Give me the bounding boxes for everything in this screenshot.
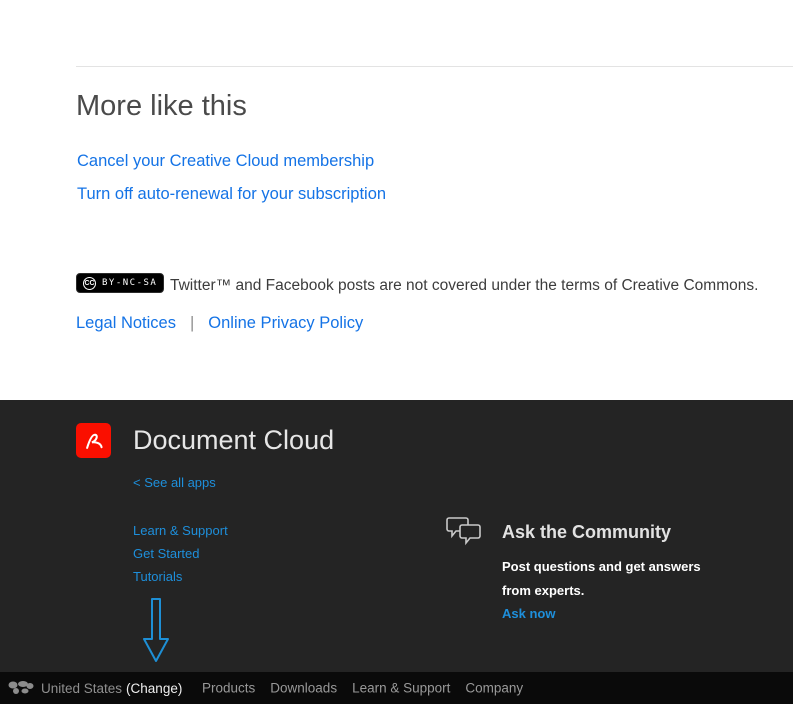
footer-tutorials-link[interactable]: Tutorials <box>133 569 182 584</box>
cancel-membership-link[interactable]: Cancel your Creative Cloud membership <box>77 152 374 171</box>
acrobat-logo <box>76 423 111 458</box>
cc-license-label: BY-NC-SA <box>102 278 158 288</box>
creative-commons-notice: Twitter™ and Facebook posts are not cove… <box>170 277 759 294</box>
creative-commons-badge: CC BY-NC-SA <box>76 273 165 293</box>
see-all-apps-link[interactable]: < See all apps <box>133 475 216 490</box>
bottom-nav-downloads[interactable]: Downloads <box>270 681 337 696</box>
product-title: Document Cloud <box>133 425 335 455</box>
bottom-nav-learn-support[interactable]: Learn & Support <box>352 681 450 696</box>
legal-links-row: Legal Notices | Online Privacy Policy <box>76 314 363 333</box>
turn-off-autorenewal-link[interactable]: Turn off auto-renewal for your subscript… <box>77 185 386 204</box>
ask-community-description: Post questions and get answers from expe… <box>502 559 701 599</box>
ask-now-link[interactable]: Ask now <box>502 606 555 621</box>
ask-community-heading: Ask the Community <box>502 522 672 542</box>
footer-get-started-link[interactable]: Get Started <box>133 546 199 561</box>
cc-icon: CC <box>83 276 96 290</box>
change-region-link[interactable]: (Change) <box>126 681 182 696</box>
more-like-this-heading: More like this <box>76 90 247 122</box>
down-arrow-annotation <box>143 598 169 662</box>
site-footer: Document Cloud < See all apps Learn & Su… <box>0 400 793 672</box>
legal-notices-link[interactable]: Legal Notices <box>76 314 176 333</box>
legal-separator: | <box>189 314 195 332</box>
globe-icon <box>8 680 34 696</box>
bottom-nav: Products Downloads Learn & Support Compa… <box>202 681 523 696</box>
global-footer-bar: United States (Change) Products Downloads… <box>0 672 793 704</box>
footer-learn-support-link[interactable]: Learn & Support <box>133 523 228 538</box>
community-chat-icon <box>446 517 481 546</box>
bottom-nav-company[interactable]: Company <box>465 681 523 696</box>
acrobat-logo-glyph <box>85 433 103 449</box>
online-privacy-policy-link[interactable]: Online Privacy Policy <box>208 314 363 333</box>
section-divider <box>76 66 793 67</box>
region-name: United States <box>41 680 123 696</box>
region-label: United States (Change) <box>41 681 182 696</box>
bottom-nav-products[interactable]: Products <box>202 681 255 696</box>
